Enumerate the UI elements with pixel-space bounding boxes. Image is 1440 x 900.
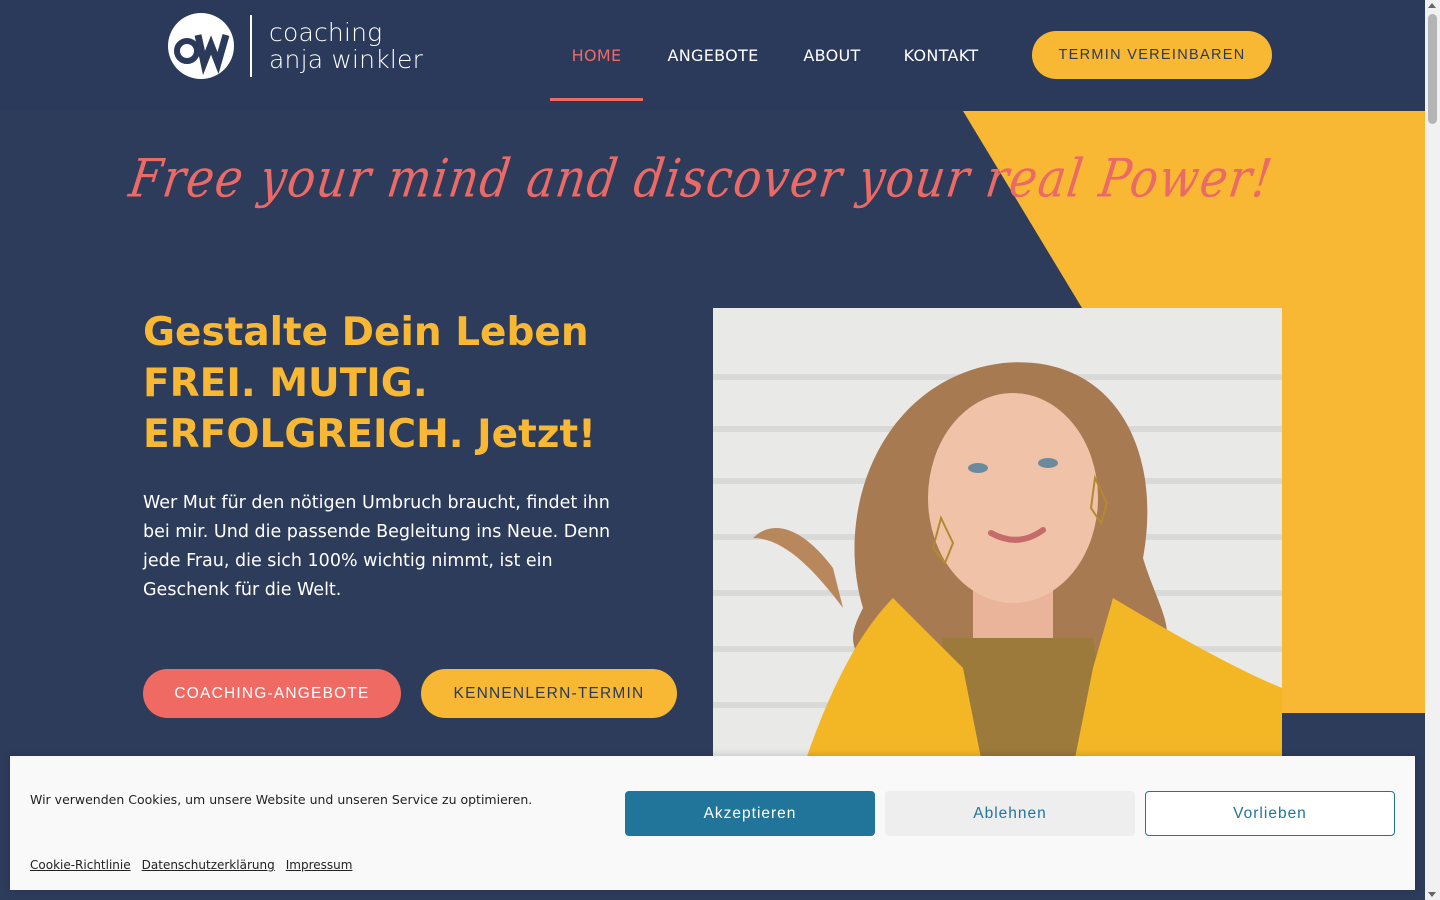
- page-scrollbar[interactable]: [1425, 0, 1440, 900]
- cookie-preferences-button[interactable]: Vorlieben: [1145, 791, 1395, 836]
- nav-item-angebote[interactable]: ANGEBOTE: [643, 0, 783, 111]
- cookie-links: Cookie-Richtlinie Datenschutzerklärung I…: [30, 858, 352, 872]
- impressum-link[interactable]: Impressum: [286, 858, 353, 872]
- main-nav: HOME ANGEBOTE ABOUT KONTAKT: [550, 0, 996, 111]
- cookie-policy-link[interactable]: Cookie-Richtlinie: [30, 858, 131, 872]
- portrait-photo: [713, 308, 1282, 768]
- hero-tagline: Free your mind and discover your real Po…: [125, 146, 1278, 210]
- headline-line1: Gestalte Dein Leben: [143, 310, 589, 355]
- nav-item-kontakt[interactable]: KONTAKT: [886, 0, 996, 111]
- cookie-accept-button[interactable]: Akzeptieren: [625, 791, 875, 836]
- cookie-banner: Wir verwenden Cookies, um unsere Website…: [10, 756, 1415, 890]
- termin-vereinbaren-button[interactable]: TERMIN VEREINBAREN: [1032, 31, 1272, 79]
- scroll-up-arrow-icon[interactable]: [1428, 3, 1436, 8]
- logo-text: coaching anja winkler: [269, 19, 423, 73]
- privacy-policy-link[interactable]: Datenschutzerklärung: [142, 858, 275, 872]
- site-header: coaching anja winkler HOME ANGEBOTE ABOU…: [0, 0, 1425, 111]
- nav-item-home[interactable]: HOME: [550, 0, 643, 111]
- hero-intro-text: Wer Mut für den nötigen Umbruch braucht,…: [143, 493, 611, 600]
- coaching-angebote-button[interactable]: COACHING-ANGEBOTE: [143, 669, 401, 718]
- headline-line2: FREI. MUTIG.: [143, 361, 428, 406]
- kennenlern-termin-button[interactable]: KENNENLERN-TERMIN: [421, 669, 677, 718]
- headline-line3: ERFOLGREICH. Jetzt!: [143, 412, 596, 457]
- logo-mark-icon: [168, 13, 234, 79]
- scroll-down-arrow-icon[interactable]: [1428, 892, 1436, 897]
- nav-item-about[interactable]: ABOUT: [787, 0, 877, 111]
- cookie-message: Wir verwenden Cookies, um unsere Website…: [30, 792, 533, 807]
- logo-text-line1: coaching: [269, 18, 383, 47]
- logo[interactable]: coaching anja winkler: [168, 13, 423, 79]
- cookie-deny-button[interactable]: Ablehnen: [885, 791, 1135, 836]
- scrollbar-thumb[interactable]: [1428, 14, 1437, 124]
- hero-headline: Gestalte Dein Leben FREI. MUTIG. ERFOLGR…: [143, 307, 596, 460]
- logo-text-line2: anja winkler: [269, 45, 424, 74]
- logo-divider: [250, 15, 252, 77]
